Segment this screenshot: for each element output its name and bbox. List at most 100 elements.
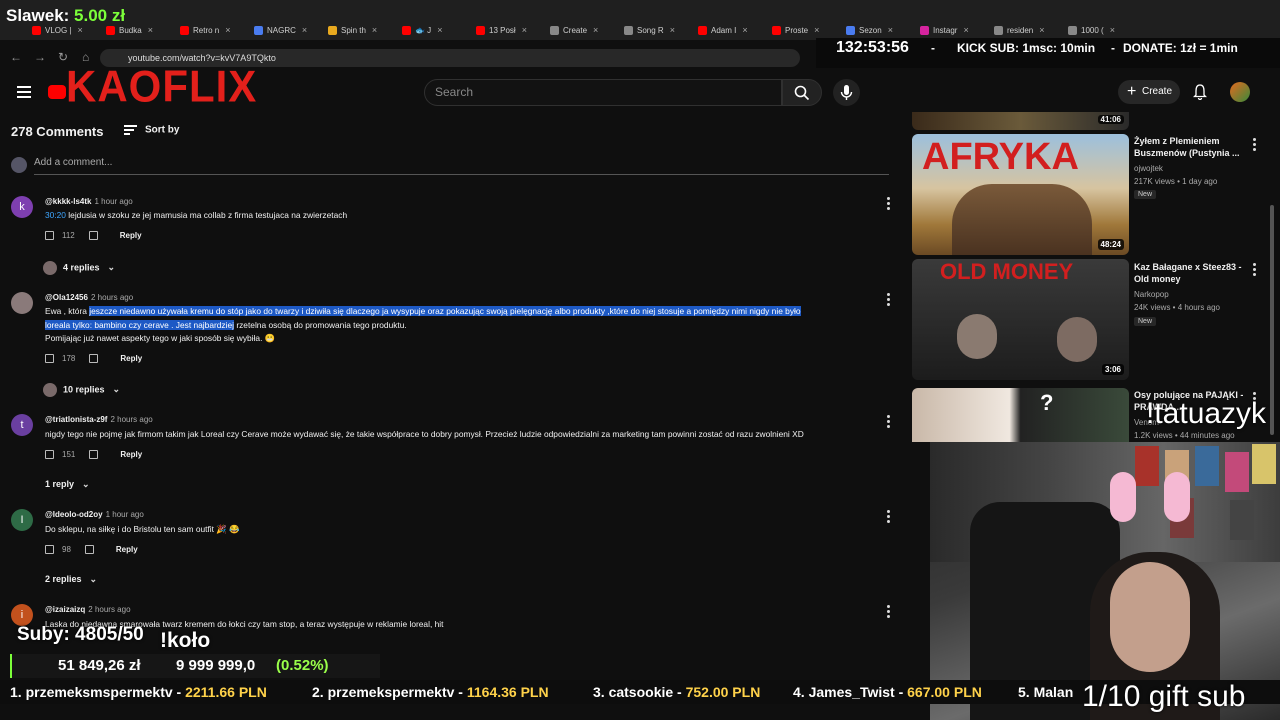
video-title[interactable]: Kaz Bałagane x Steez83 - Old money — [1134, 261, 1244, 285]
thumbnail-person-2 — [1057, 317, 1097, 362]
browser-tab[interactable]: Spin th × — [328, 22, 377, 38]
dislike-icon[interactable] — [89, 354, 99, 363]
comment-time[interactable]: 1 hour ago — [95, 197, 133, 206]
view-replies-button[interactable]: 2 replies ⌄ — [45, 574, 97, 585]
ranking-entry: 5. Malan — [1018, 684, 1073, 700]
browser-tab[interactable]: Adam I × — [698, 22, 748, 38]
video-thumbnail[interactable]: AFRYKA 48:24 — [912, 134, 1129, 255]
dislike-icon[interactable] — [89, 450, 99, 459]
video-thumbnail[interactable]: ? — [912, 388, 1129, 442]
view-replies-button[interactable]: 4 replies ⌄ — [43, 261, 115, 275]
forward-icon[interactable]: → — [34, 50, 46, 64]
browser-tab[interactable]: Create × — [550, 22, 598, 38]
dislike-icon[interactable] — [88, 231, 98, 240]
comment-more-icon[interactable] — [887, 415, 890, 430]
ranking-name: 3. catsookie - — [593, 684, 686, 700]
like-icon[interactable] — [45, 545, 54, 554]
comment-author[interactable]: @kkkk-ls4tk — [45, 197, 92, 206]
comment-time[interactable]: 2 hours ago — [88, 605, 130, 614]
close-tab-icon[interactable]: × — [888, 25, 893, 35]
like-icon[interactable] — [45, 231, 54, 240]
comment-author[interactable]: @Ola12456 — [45, 293, 88, 302]
browser-tab[interactable]: Sezon × — [846, 22, 893, 38]
close-tab-icon[interactable]: × — [78, 25, 83, 35]
browser-tab[interactable]: Song R × — [624, 22, 675, 38]
top-donor-amount: 5.00 zł — [74, 6, 126, 25]
close-tab-icon[interactable]: × — [225, 25, 230, 35]
close-tab-icon[interactable]: × — [670, 25, 675, 35]
close-tab-icon[interactable]: × — [963, 25, 968, 35]
comment-more-icon[interactable] — [887, 293, 890, 308]
browser-tab[interactable]: 13 Posł × — [476, 22, 527, 38]
close-tab-icon[interactable]: × — [522, 25, 527, 35]
add-comment-input[interactable]: Add a comment... — [34, 157, 112, 168]
close-tab-icon[interactable]: × — [1110, 25, 1115, 35]
account-avatar[interactable] — [1230, 82, 1250, 102]
notifications-bell-icon[interactable] — [1193, 84, 1207, 100]
comment-timestamp-link[interactable]: 30:20 — [45, 210, 66, 220]
view-replies-button[interactable]: 1 reply ⌄ — [45, 479, 90, 490]
back-icon[interactable]: ← — [10, 50, 22, 64]
donation-total: 51 849,26 zł — [58, 657, 141, 674]
reply-button[interactable]: Reply — [116, 545, 138, 554]
close-tab-icon[interactable]: × — [1039, 25, 1044, 35]
video-more-icon[interactable] — [1253, 138, 1256, 153]
comment-meta: @Ideolo-od2oy 1 hour ago — [45, 510, 144, 519]
close-tab-icon[interactable]: × — [593, 25, 598, 35]
close-tab-icon[interactable]: × — [148, 25, 153, 35]
new-badge: New — [1134, 317, 1157, 326]
channel-name[interactable]: Narkopop — [1134, 290, 1169, 299]
close-tab-icon[interactable]: × — [372, 25, 377, 35]
reply-button[interactable]: Reply — [120, 354, 142, 363]
youtube-logo-icon[interactable] — [48, 85, 66, 99]
video-thumbnail[interactable]: OLD MONEY 3:06 — [912, 259, 1129, 380]
comment-author[interactable]: @izaizaizq — [45, 605, 85, 614]
comment-time[interactable]: 2 hours ago — [110, 415, 152, 424]
create-button[interactable]: + Create — [1118, 80, 1180, 104]
browser-tab[interactable]: Proste × — [772, 22, 819, 38]
reply-button[interactable]: Reply — [120, 231, 142, 240]
close-tab-icon[interactable]: × — [742, 25, 747, 35]
browser-tab[interactable]: 1000 (× — [1068, 22, 1115, 38]
reply-button[interactable]: Reply — [120, 450, 142, 459]
close-tab-icon[interactable]: × — [437, 25, 442, 35]
search-input[interactable]: Search — [424, 79, 782, 106]
thumbnail-title: AFRYKA — [922, 136, 1079, 178]
comment-time[interactable]: 1 hour ago — [106, 510, 144, 519]
search-button[interactable] — [782, 79, 822, 106]
commenter-avatar[interactable] — [11, 292, 33, 314]
comment-author[interactable]: @triatlonista-z9f — [45, 415, 107, 424]
ranking-amount: 667.00 PLN — [907, 684, 982, 700]
like-icon[interactable] — [45, 354, 54, 363]
close-tab-icon[interactable]: × — [302, 25, 307, 35]
sidebar-scrollbar[interactable] — [1270, 205, 1274, 435]
tab-favicon-icon — [476, 25, 485, 35]
view-replies-button[interactable]: 10 replies ⌄ — [43, 383, 120, 397]
commenter-avatar[interactable]: k — [11, 196, 33, 218]
comment-time[interactable]: 2 hours ago — [91, 293, 133, 302]
close-tab-icon[interactable]: × — [814, 25, 819, 35]
commenter-avatar[interactable]: t — [11, 414, 33, 436]
commenter-avatar[interactable]: i — [11, 604, 33, 626]
commenter-avatar[interactable]: I — [11, 509, 33, 531]
comment-more-icon[interactable] — [887, 510, 890, 525]
dislike-icon[interactable] — [84, 545, 94, 554]
sort-by-button[interactable]: Sort by — [124, 123, 179, 137]
gift-sub-goal: 1/10 gift sub — [1082, 680, 1246, 713]
video-more-icon[interactable] — [1253, 263, 1256, 278]
browser-tab[interactable]: Retro n × — [180, 22, 231, 38]
browser-tab[interactable]: Instagr × — [920, 22, 969, 38]
comment-author[interactable]: @Ideolo-od2oy — [45, 510, 103, 519]
sidebar-top-thumb[interactable]: 41:06 — [912, 112, 1129, 130]
channel-name[interactable]: ojwojtek — [1134, 164, 1163, 173]
browser-tab[interactable]: 🐟 J × — [402, 22, 442, 38]
menu-icon[interactable] — [17, 86, 31, 98]
browser-tab[interactable]: residen × — [994, 22, 1045, 38]
comment-more-icon[interactable] — [887, 605, 890, 620]
like-icon[interactable] — [45, 450, 54, 459]
browser-tab[interactable]: NAGRC × — [254, 22, 307, 38]
voice-search-button[interactable] — [833, 79, 860, 106]
video-title[interactable]: Żyłem z Plemieniem Buszmenów (Pustynia .… — [1134, 135, 1244, 159]
tab-favicon-icon — [846, 25, 855, 35]
comment-more-icon[interactable] — [887, 197, 890, 212]
